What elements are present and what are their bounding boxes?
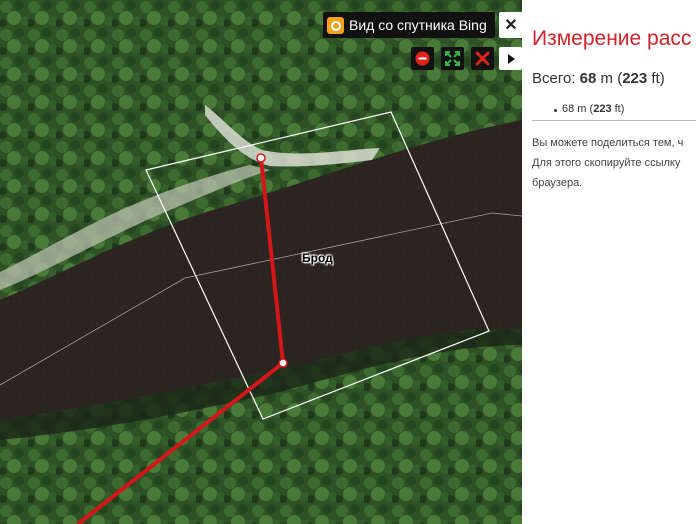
share-note-line-2: Для этого скопируйте ссылку: [532, 157, 681, 169]
segment-meters: 68: [562, 103, 575, 115]
route-vertex-start: [256, 153, 266, 163]
panel-title: Измерение расс: [532, 27, 692, 50]
share-note-line-1: Вы можете поделиться тем, ч: [532, 137, 684, 149]
ford-area-outline: [145, 111, 490, 420]
segment-unit-m: m (: [574, 103, 594, 115]
total-prefix: Всего:: [532, 70, 580, 87]
segment-list-item: 68 m (223 ft): [553, 103, 625, 115]
measurement-panel: Измерение расс Всего: 68 m (223 ft) 68 m…: [522, 0, 696, 524]
remove-point-button[interactable]: [411, 47, 434, 70]
minus-circle-icon: [415, 51, 430, 66]
map-layer-label: Вид со спутника Bing: [349, 17, 487, 33]
segment-unit-ft: ft): [611, 103, 625, 115]
measurement-overlay: [76, 111, 490, 524]
fit-bounds-button[interactable]: [441, 47, 464, 70]
share-note-line-3: браузера.: [532, 177, 583, 189]
total-meters: 68: [579, 70, 597, 87]
total-feet: 223: [622, 70, 648, 87]
map-layer-button[interactable]: Вид со спутника Bing: [323, 12, 495, 38]
total-unit-ft: ft): [647, 70, 665, 87]
delete-x-icon: [475, 51, 490, 66]
divider: [532, 120, 696, 121]
delete-measurement-button[interactable]: [471, 47, 494, 70]
share-note: Вы можете поделиться тем, ч Для этого ск…: [532, 133, 683, 193]
bing-logo-icon: [327, 16, 344, 34]
route-vertex-middle: [278, 358, 288, 368]
measurement-route: [76, 157, 286, 524]
collapse-panel-button[interactable]: [499, 47, 522, 70]
close-map-button[interactable]: ✕: [499, 12, 522, 38]
segment-feet: 223: [593, 103, 612, 115]
total-unit-m: m (: [596, 70, 623, 87]
close-icon: ✕: [504, 17, 518, 34]
total-distance: Всего: 68 m (223 ft): [532, 70, 665, 87]
expand-icon: [445, 51, 460, 66]
satellite-map[interactable]: Брод Вид со спутника Bing ✕: [0, 0, 522, 524]
triangle-right-icon: [507, 53, 515, 64]
ford-label: Брод: [302, 251, 333, 265]
